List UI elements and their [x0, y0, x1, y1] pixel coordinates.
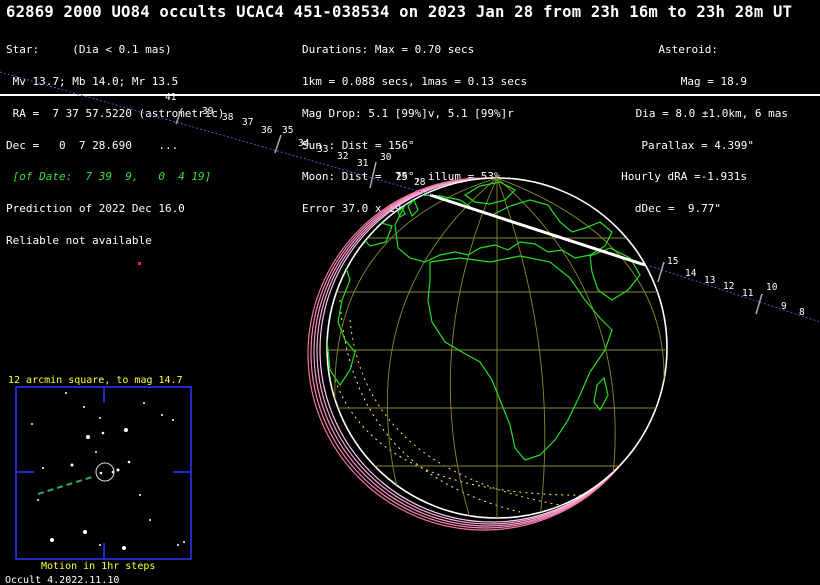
starchart-stars — [31, 392, 185, 550]
path-label-upper: 30 — [380, 152, 392, 163]
path-label-upper: 38 — [222, 112, 234, 123]
target-star — [99, 471, 103, 475]
path-label-upper: 41 — [165, 92, 177, 103]
map-canvas: 41 39 38 37 36 35 34 33 32 31 30 29 28 1… — [0, 71, 820, 572]
path-label-upper: 39 — [202, 106, 214, 117]
path-label-lower: 12 — [723, 281, 734, 292]
path-label-upper: 28 — [414, 177, 426, 188]
path-label-upper: 36 — [261, 125, 273, 136]
target-star-circle — [95, 462, 115, 482]
app-version: Occult 4.2022.11.10 — [5, 575, 120, 585]
path-label-upper: 37 — [242, 117, 253, 128]
starchart-frame — [15, 386, 192, 560]
path-label-upper: 29 — [396, 172, 408, 183]
path-label-upper: 35 — [282, 125, 293, 136]
starchart-caption: Motion in 1hr steps — [41, 561, 155, 572]
asteroid-motion-track — [37, 476, 93, 495]
path-label-lower: 11 — [742, 288, 754, 299]
path-label-lower: 15 — [667, 256, 678, 267]
path-label-lower: 10 — [766, 282, 778, 293]
target-marker — [138, 262, 141, 265]
path-label-lower: 14 — [685, 268, 697, 279]
path-label-lower: 13 — [704, 275, 715, 286]
starchart-title: 12 arcmin square, to mag 14.7 — [8, 375, 183, 386]
path-label-upper: 33 — [317, 144, 328, 155]
path-label-lower: 8 — [799, 307, 805, 318]
path-label-upper: 32 — [337, 151, 348, 162]
path-label-upper: 31 — [357, 158, 369, 169]
path-label-lower: 9 — [781, 301, 787, 312]
star-chart: 12 arcmin square, to mag 14.7 Motion in … — [8, 375, 192, 572]
occult-window: 62869 2000 UO84 occults UCAC4 451-038534… — [0, 0, 820, 585]
path-label-upper: 34 — [298, 138, 310, 149]
